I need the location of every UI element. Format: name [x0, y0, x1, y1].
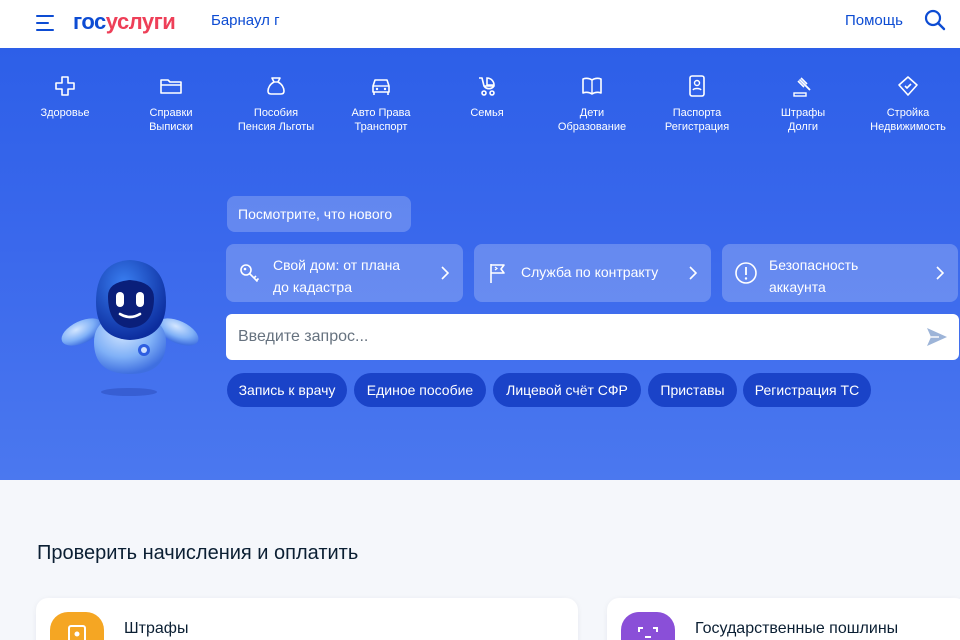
money-bag-icon [267, 77, 285, 95]
book-icon [582, 77, 602, 95]
chip-sfr-account[interactable]: Лицевой счёт СФР [493, 373, 641, 407]
category-passports[interactable]: Паспорта Регистрация [647, 70, 747, 134]
card-title: Штрафы [124, 620, 189, 637]
category-label: Здоровье [40, 107, 90, 119]
promo-card-contract-service[interactable]: Служба по контракту [474, 244, 711, 302]
whats-new-button[interactable]: Посмотрите, что нового [227, 196, 411, 232]
card-state-duties[interactable]: Государственные пошлины [607, 598, 960, 640]
flag-icon [490, 264, 505, 283]
category-label: Стройка Недвижимость [870, 107, 946, 133]
info-circle-icon [735, 262, 757, 284]
top-header: госуслуги Барнаул г Помощь [0, 0, 960, 48]
chevron-right-icon [689, 266, 697, 280]
folder-icon [160, 79, 182, 94]
category-label: Справки Выписки [149, 107, 193, 133]
card-fines[interactable]: Штрафы [36, 598, 578, 640]
category-bar: Здоровье Справки Выписки Пособия Пенсия … [0, 70, 960, 150]
send-icon[interactable] [925, 325, 949, 349]
category-label: Авто Права Транспорт [351, 107, 411, 133]
city-selector[interactable]: Барнаул г [211, 12, 280, 29]
category-construction[interactable]: Стройка Недвижимость [858, 70, 958, 134]
category-label: Семья [470, 107, 504, 119]
category-auto[interactable]: Авто Права Транспорт [331, 70, 431, 134]
logo-part-gos: гос [73, 9, 106, 34]
chip-bailiffs[interactable]: Приставы [648, 373, 737, 407]
chevron-right-icon [441, 266, 449, 280]
payments-section: Проверить начисления и оплатить Штрафы Г… [0, 480, 960, 640]
chip-unified-benefit[interactable]: Единое пособие [354, 373, 486, 407]
gosuslugi-logo[interactable]: госуслуги [73, 9, 176, 35]
robot-assistant-icon[interactable] [56, 256, 206, 402]
category-family[interactable]: Семья [437, 70, 537, 120]
promo-text: Безопасность аккаунта [769, 257, 859, 295]
car-icon [372, 79, 390, 95]
promo-card-own-house[interactable]: Свой дом: от плана до кадастра [226, 244, 463, 302]
search-input[interactable] [238, 314, 918, 360]
search-icon[interactable] [924, 9, 946, 31]
promo-text: Свой дом: от плана до кадастра [273, 257, 401, 295]
search-bar [226, 314, 959, 360]
category-label: Штрафы Долги [780, 107, 826, 133]
promo-card-account-security[interactable]: Безопасность аккаунта [722, 244, 958, 302]
category-children[interactable]: Дети Образование [542, 70, 642, 134]
hero-section: Здоровье Справки Выписки Пособия Пенсия … [0, 48, 960, 480]
passport-icon [689, 75, 705, 97]
section-title: Проверить начисления и оплатить [37, 542, 359, 564]
chip-vehicle-registration[interactable]: Регистрация ТС [743, 373, 871, 407]
health-cross-icon [55, 76, 75, 96]
category-benefits[interactable]: Пособия Пенсия Льготы [226, 70, 326, 134]
menu-icon[interactable] [36, 12, 58, 34]
category-fines[interactable]: Штрафы Долги [753, 70, 853, 134]
gavel-icon [793, 77, 811, 97]
logo-part-uslugi: услуги [105, 9, 176, 34]
chevron-right-icon [936, 266, 944, 280]
stroller-icon [479, 77, 495, 96]
promo-text: Служба по контракту [521, 264, 659, 280]
category-health[interactable]: Здоровье [15, 70, 115, 120]
card-title: Государственные пошлины [695, 620, 899, 637]
key-icon [240, 264, 260, 283]
house-icon [898, 76, 918, 96]
duty-icon [621, 612, 675, 640]
category-label: Дети Образование [557, 107, 627, 133]
category-certificates[interactable]: Справки Выписки [121, 70, 221, 134]
fine-doc-icon [50, 612, 104, 640]
category-label: Паспорта Регистрация [664, 107, 730, 133]
chip-doctor-appointment[interactable]: Запись к врачу [227, 373, 347, 407]
help-link[interactable]: Помощь [845, 12, 903, 29]
category-label: Пособия Пенсия Льготы [237, 107, 315, 133]
